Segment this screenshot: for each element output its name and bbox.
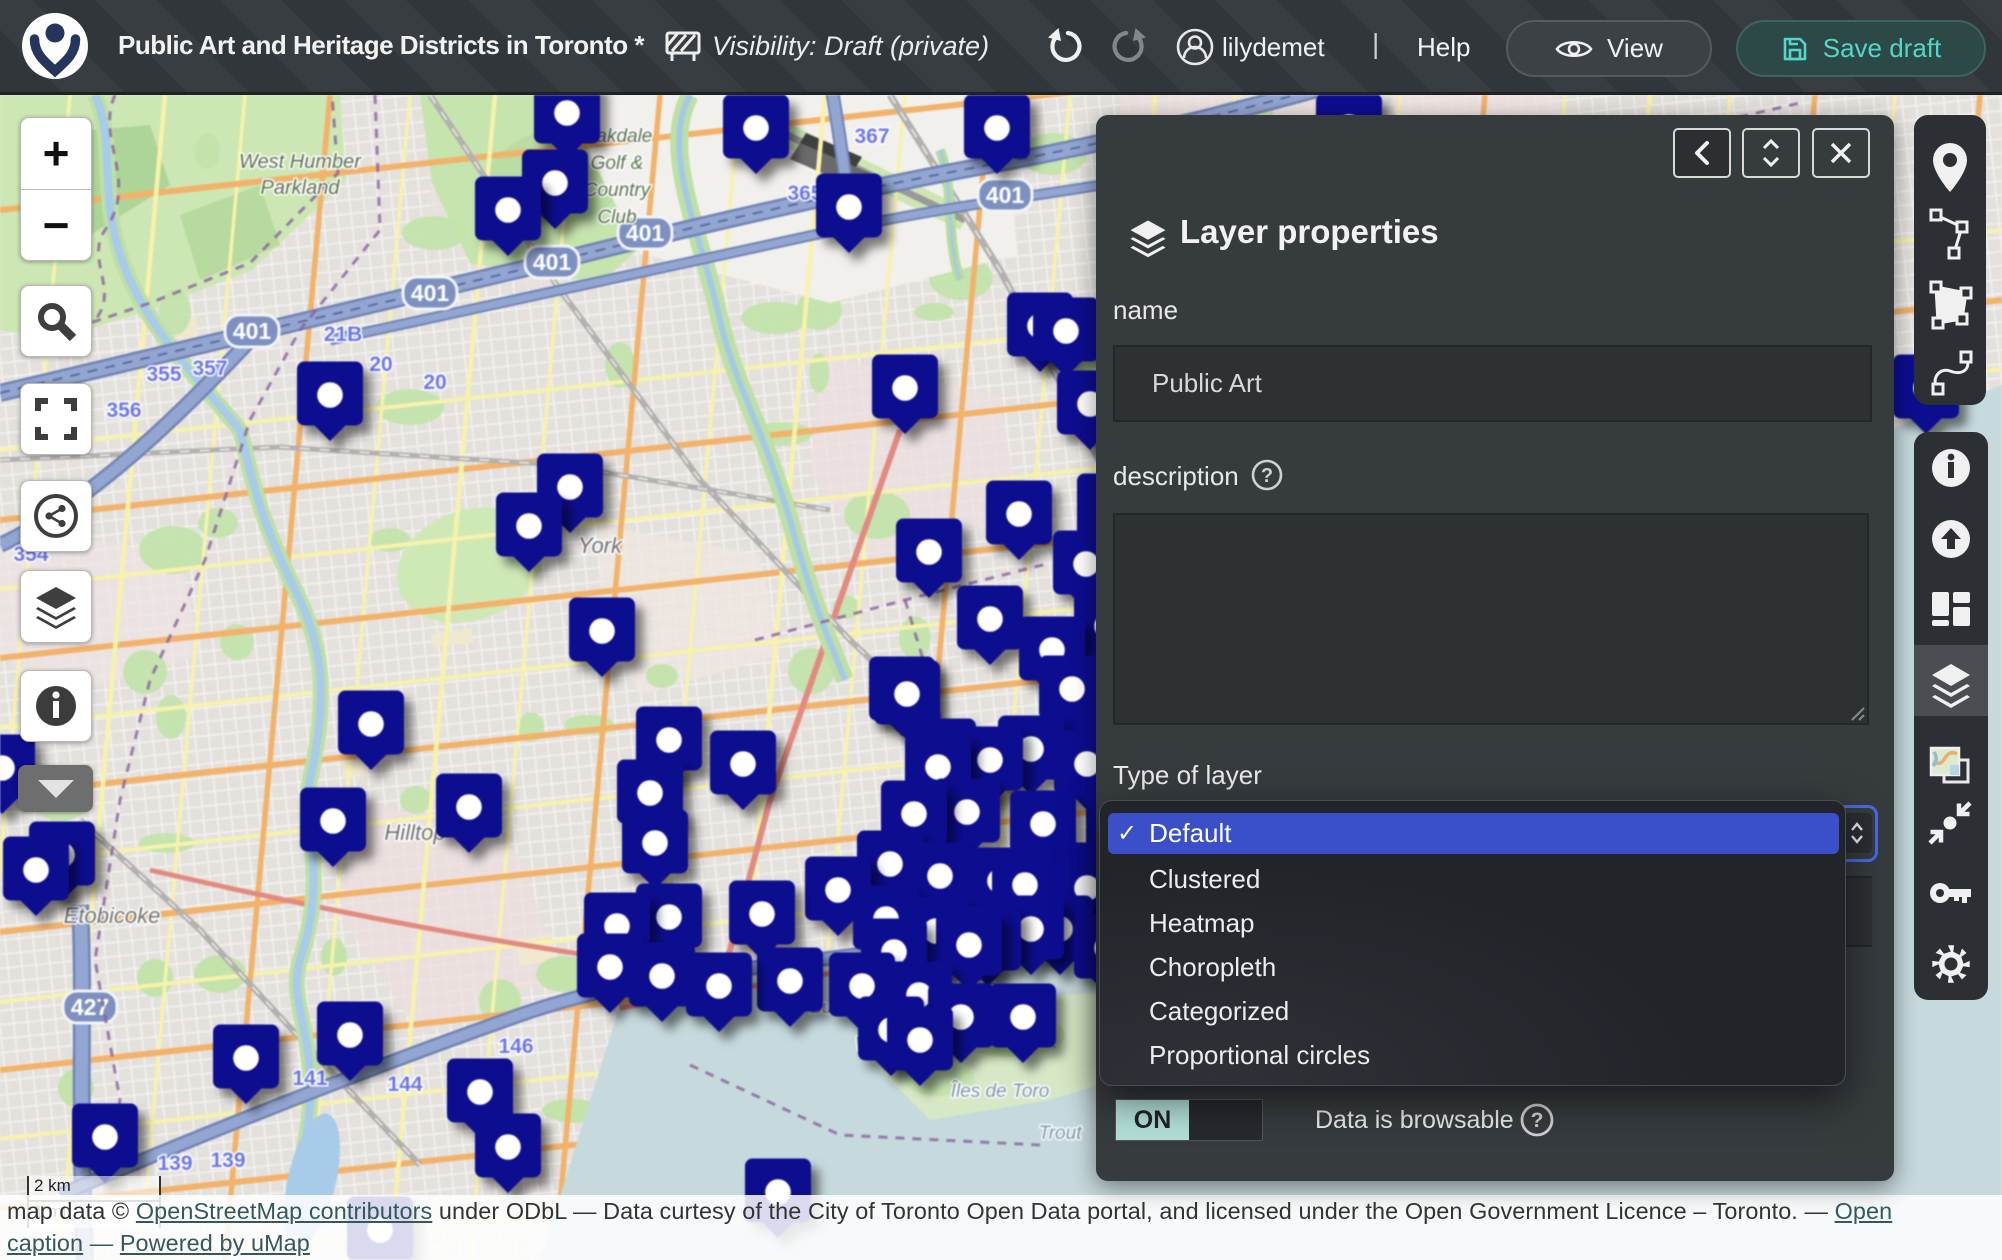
svg-text:146: 146 <box>498 1035 533 1058</box>
svg-text:427: 427 <box>71 994 109 1020</box>
svg-text:Îles de Toro: Îles de Toro <box>951 1080 1050 1102</box>
svg-text:367: 367 <box>854 125 889 148</box>
svg-text:356: 356 <box>106 399 141 422</box>
svg-text:West Humber: West Humber <box>239 151 362 173</box>
svg-text:Golf &: Golf & <box>591 153 644 174</box>
svg-text:20: 20 <box>423 371 446 394</box>
svg-text:139: 139 <box>157 1152 192 1175</box>
svg-text:401: 401 <box>233 318 272 344</box>
svg-text:401: 401 <box>533 249 572 275</box>
svg-text:?: ? <box>1531 1109 1544 1132</box>
svg-text:401: 401 <box>411 280 450 306</box>
svg-text:Trout: Trout <box>1039 1123 1083 1144</box>
svg-text:144: 144 <box>387 1073 422 1096</box>
svg-text:York: York <box>578 533 623 558</box>
svg-text:357: 357 <box>192 357 227 380</box>
svg-text:20: 20 <box>369 353 392 376</box>
svg-text:355: 355 <box>146 363 181 386</box>
svg-text:21B: 21B <box>324 323 363 346</box>
svg-text:Country: Country <box>584 180 652 201</box>
svg-text:Club: Club <box>597 207 636 228</box>
svg-text:401: 401 <box>986 182 1025 208</box>
svg-text:Etobicoke: Etobicoke <box>64 903 161 928</box>
svg-text:Parkland: Parkland <box>261 177 341 199</box>
svg-text:?: ? <box>1261 465 1273 487</box>
svg-text:139: 139 <box>210 1149 245 1172</box>
svg-text:141: 141 <box>292 1067 327 1090</box>
